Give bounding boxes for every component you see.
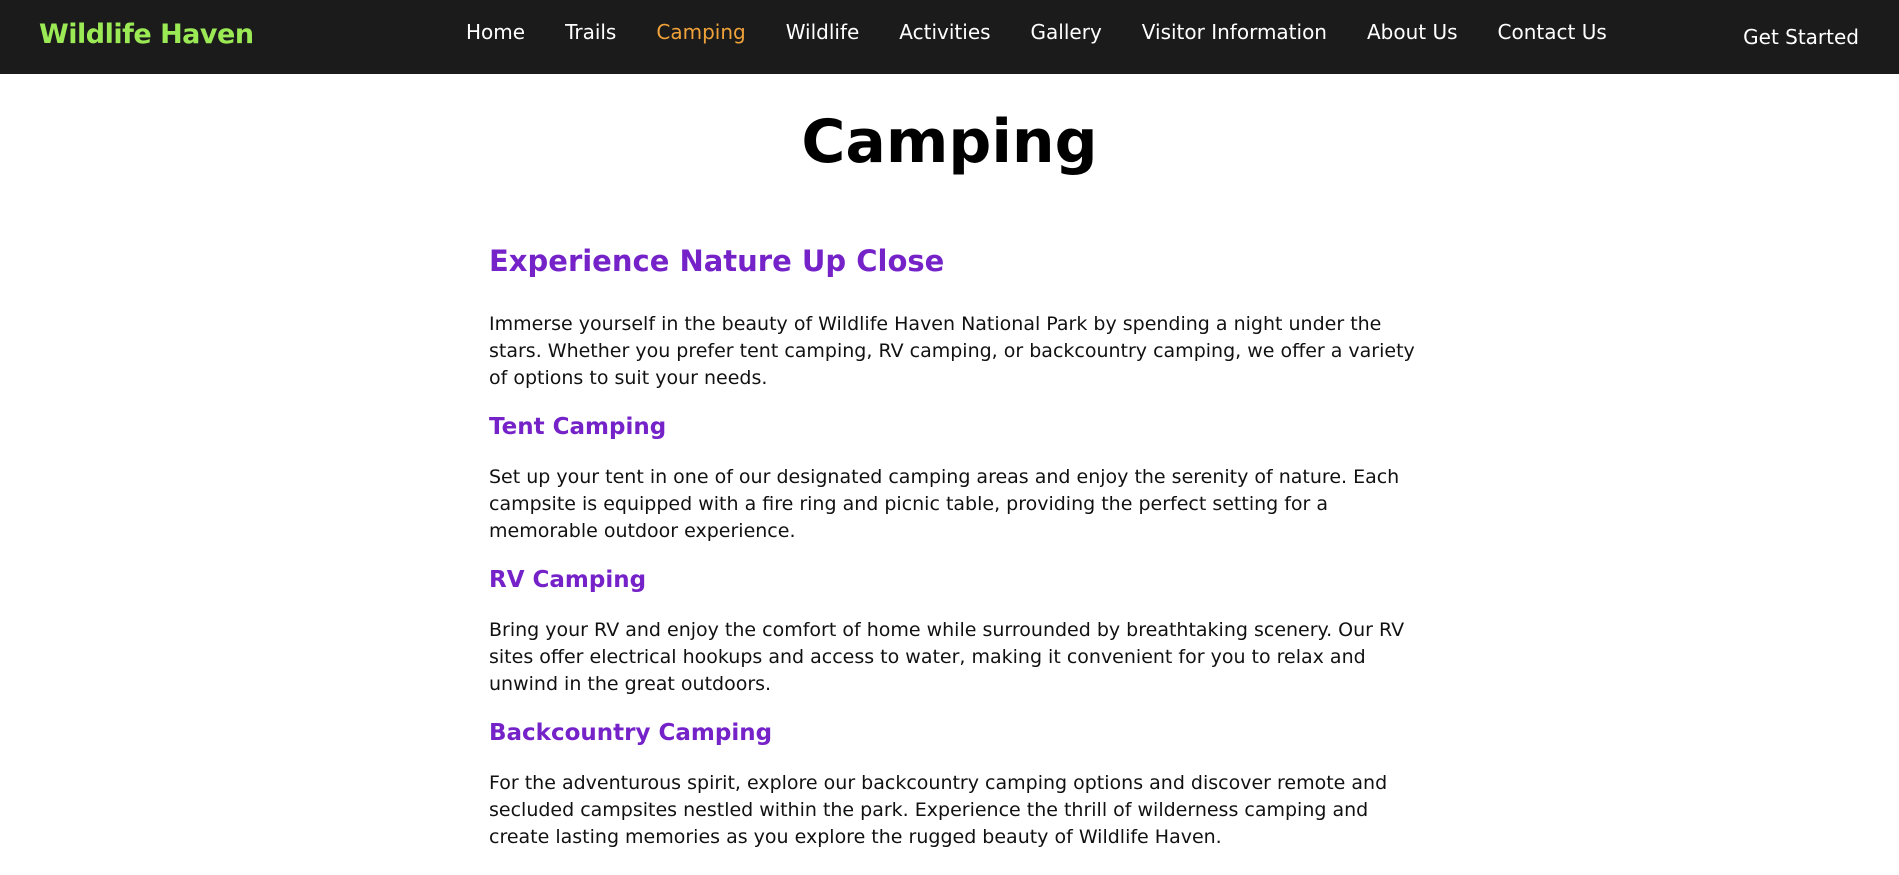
nav-link-trails[interactable]: Trails [565,19,616,45]
tent-camping-heading: Tent Camping [489,414,667,440]
main-nav: Home Trails Camping Wildlife Activities … [466,19,1607,45]
intro-heading: Experience Nature Up Close [489,244,945,278]
nav-link-wildlife[interactable]: Wildlife [786,19,860,45]
nav-link-gallery[interactable]: Gallery [1031,19,1102,45]
nav-link-contact-us[interactable]: Contact Us [1498,19,1607,45]
brand-logo[interactable]: Wildlife Haven [39,18,254,52]
camping-content: Experience Nature Up Close Immerse yours… [489,242,1419,871]
nav-link-activities[interactable]: Activities [899,19,990,45]
tent-camping-text: Set up your tent in one of our designate… [489,466,1400,542]
intro-text: Immerse yourself in the beauty of Wildli… [489,313,1415,389]
top-navbar: Wildlife Haven Home Trails Camping Wildl… [0,0,1899,74]
nav-link-about-us[interactable]: About Us [1367,19,1458,45]
backcountry-camping-heading: Backcountry Camping [489,720,773,746]
backcountry-camping-text: For the adventurous spirit, explore our … [489,772,1388,848]
nav-link-camping[interactable]: Camping [656,19,745,45]
get-started-button[interactable]: Get Started [1743,24,1859,50]
page-title: Camping [801,107,1098,177]
nav-link-home[interactable]: Home [466,19,525,45]
rv-camping-heading: RV Camping [489,567,647,593]
rv-camping-text: Bring your RV and enjoy the comfort of h… [489,619,1405,695]
nav-link-visitor-information[interactable]: Visitor Information [1142,19,1327,45]
